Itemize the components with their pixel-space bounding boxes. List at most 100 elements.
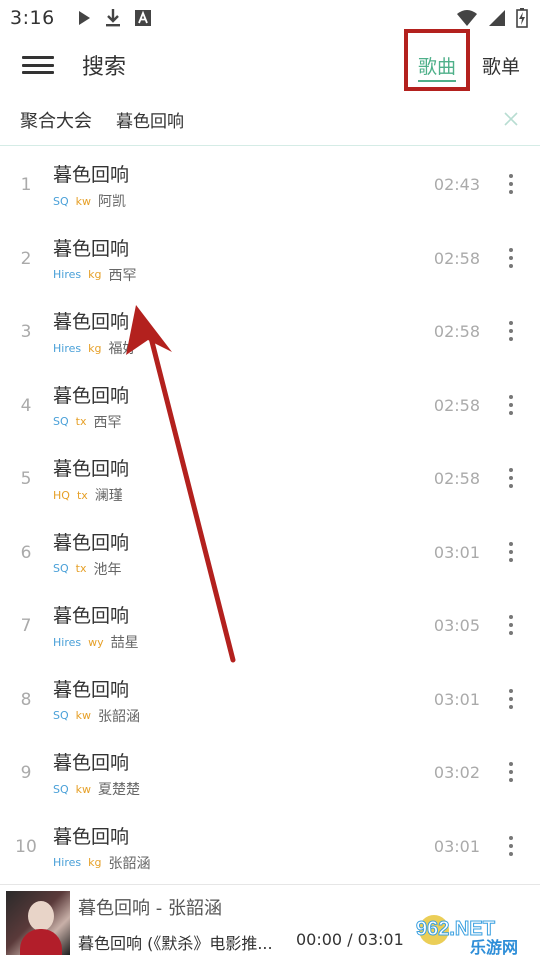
source-tag: wy [88, 635, 104, 649]
song-title: 暮色回响 [53, 752, 130, 774]
menu-icon[interactable] [20, 50, 56, 80]
more-vertical-icon[interactable] [506, 615, 516, 635]
song-title: 暮色回响 [53, 825, 130, 848]
song-duration: 02:43 [433, 175, 480, 194]
song-duration: 02:58 [433, 248, 480, 268]
song-title: 暮色回响 [53, 237, 130, 260]
more-vertical-icon[interactable] [506, 541, 516, 562]
a-box-icon [134, 10, 151, 26]
song-singer: 喆星 [110, 635, 139, 651]
song-singer: 阿凯 [98, 194, 127, 210]
source-selector[interactable]: 聚合大会 [20, 107, 92, 133]
song-meta: Hires kg 张韶涵 [53, 853, 150, 873]
tab-songs-indicator [418, 80, 457, 82]
more-vertical-icon[interactable] [506, 247, 516, 268]
song-index: 2 [20, 248, 32, 269]
quality-tag: SQ [53, 562, 69, 575]
source-tag: kw [75, 709, 92, 722]
song-duration: 02:58 [433, 322, 480, 341]
status-bar: 3:16 [0, 0, 540, 36]
quality-tag: HQ [53, 488, 70, 502]
song-index: 5 [20, 469, 32, 489]
song-singer: 池年 [93, 561, 122, 578]
song-row[interactable]: 8 暮色回响 SQ kw 张韶涵 03:01 [0, 662, 540, 736]
song-row[interactable]: 9 暮色回响 SQ kw 夏楚楚 03:02 [0, 735, 540, 809]
source-tag: tx [75, 415, 87, 428]
page-title: 搜索 [82, 55, 127, 80]
album-cover[interactable] [6, 891, 70, 955]
app-bar: 搜索 歌曲 歌单 [0, 36, 540, 94]
song-singer: 张韶涵 [98, 708, 141, 725]
more-vertical-icon[interactable] [506, 835, 516, 856]
source-tag: kg [88, 856, 102, 869]
status-left-icons [77, 8, 151, 28]
player-subtitle: 暮色回响 (《默杀》电影推... [78, 934, 273, 953]
song-index: 9 [20, 763, 32, 783]
song-duration: 03:01 [433, 542, 480, 562]
source-tag: tx [76, 488, 88, 502]
song-row[interactable]: 6 暮色回响 SQ tx 池年 03:01 [0, 515, 540, 589]
battery-charging-icon [516, 8, 528, 28]
source-tag: kw [75, 194, 92, 208]
tab-playlists[interactable]: 歌单 [482, 36, 520, 94]
song-duration: 03:01 [433, 836, 480, 856]
song-row[interactable]: 5 暮色回响 HQ tx 澜瑾 02:58 [0, 441, 540, 515]
song-index: 6 [20, 542, 32, 563]
close-icon[interactable] [502, 110, 520, 128]
player-title: 暮色回响 - 张韶涵 [78, 898, 222, 919]
search-input[interactable] [116, 109, 446, 130]
quality-tag: SQ [53, 194, 69, 208]
quality-tag: SQ [53, 709, 69, 722]
song-meta: SQ kw 张韶涵 [53, 706, 140, 726]
song-meta: SQ tx 池年 [53, 559, 121, 579]
song-meta: SQ kw 夏楚楚 [53, 779, 140, 799]
song-meta: HQ tx 澜瑾 [53, 485, 123, 505]
more-vertical-icon[interactable] [506, 394, 516, 415]
status-right-icons [456, 8, 528, 28]
song-title: 暮色回响 [53, 384, 130, 407]
more-vertical-icon[interactable] [506, 688, 516, 709]
song-meta: Hires kg 福好 [53, 338, 136, 358]
source-tag: kg [88, 341, 102, 355]
song-singer: 福好 [108, 341, 137, 357]
song-duration: 02:58 [433, 469, 480, 488]
song-row[interactable]: 7 暮色回响 Hires wy 喆星 03:05 [0, 588, 540, 662]
song-meta: Hires wy 喆星 [53, 632, 139, 652]
song-row[interactable]: 2 暮色回响 Hires kg 西罕 02:58 [0, 221, 540, 295]
song-index: 7 [20, 616, 32, 636]
song-row[interactable]: 3 暮色回响 Hires kg 福好 02:58 [0, 294, 540, 368]
download-icon [105, 9, 120, 27]
song-singer: 夏楚楚 [98, 782, 141, 798]
song-row[interactable]: 4 暮色回响 SQ tx 西罕 02:58 [0, 368, 540, 442]
song-title: 暮色回响 [53, 311, 130, 333]
signal-icon [489, 10, 505, 26]
song-index: 10 [15, 836, 37, 857]
search-row: 聚合大会 [0, 94, 540, 146]
player-time: 00:00 / 03:01 [296, 930, 404, 949]
more-vertical-icon[interactable] [506, 762, 516, 782]
tab-songs[interactable]: 歌曲 [418, 36, 457, 94]
more-vertical-icon[interactable] [506, 321, 516, 341]
song-index: 1 [20, 175, 32, 195]
song-meta: Hires kg 西罕 [53, 265, 136, 285]
wifi-icon [457, 10, 477, 26]
source-tag: tx [75, 562, 87, 575]
quality-tag: SQ [53, 415, 69, 428]
source-tag: kw [75, 782, 92, 796]
song-title: 暮色回响 [53, 164, 130, 186]
play-icon [78, 11, 90, 25]
tab-songs-label: 歌曲 [418, 55, 457, 78]
more-vertical-icon[interactable] [506, 174, 516, 194]
song-singer: 张韶涵 [108, 855, 151, 872]
song-title: 暮色回响 [53, 605, 130, 627]
source-tag: kg [88, 268, 102, 281]
song-meta: SQ kw 阿凯 [53, 191, 126, 211]
quality-tag: Hires [53, 635, 82, 649]
song-row[interactable]: 1 暮色回响 SQ kw 阿凯 02:43 [0, 147, 540, 221]
cover-face [28, 901, 54, 931]
more-vertical-icon[interactable] [506, 468, 516, 488]
song-duration: 03:02 [433, 763, 480, 782]
song-duration: 03:01 [433, 689, 480, 709]
song-row[interactable]: 10 暮色回响 Hires kg 张韶涵 03:01 [0, 809, 540, 883]
mini-player[interactable]: 暮色回响 - 张韶涵 暮色回响 (《默杀》电影推... 00:00 / 03:0… [0, 884, 540, 960]
